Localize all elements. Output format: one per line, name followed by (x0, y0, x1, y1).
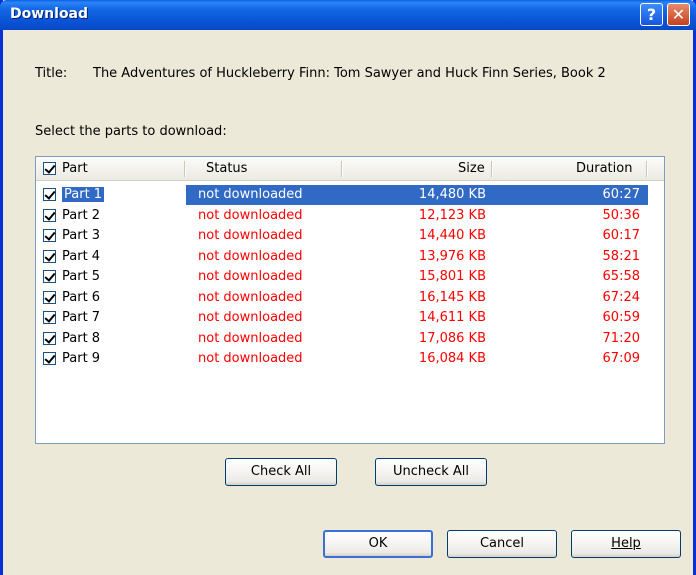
table-row[interactable]: Part 1 not downloaded 14,480 KB 60:27 (36, 185, 664, 205)
row-checkbox[interactable] (43, 352, 56, 365)
row-status: not downloaded (198, 330, 303, 346)
header-select-all-checkbox[interactable] (43, 162, 56, 175)
row-status: not downloaded (198, 269, 303, 284)
row-checkbox[interactable] (43, 290, 56, 304)
help-icon[interactable]: ? (640, 3, 663, 26)
list-header: Part Status Size Duration (36, 157, 664, 181)
row-part: Part 8 (62, 330, 101, 346)
row-part: Part 4 (62, 248, 101, 264)
table-row[interactable]: Part 7 not downloaded 14,611 KB 60:59 (36, 308, 664, 328)
row-part: Part 7 (62, 310, 101, 325)
uncheck-all-button[interactable]: Uncheck All (375, 458, 487, 486)
row-size: 14,611 KB (418, 310, 486, 325)
row-size: 14,440 KB (418, 228, 486, 243)
table-row[interactable]: Part 6 not downloaded 16,145 KB 67:24 (36, 288, 664, 308)
column-header-status[interactable]: Status (206, 161, 247, 176)
row-checkbox[interactable] (43, 311, 56, 324)
table-row[interactable]: Part 5 not downloaded 15,801 KB 65:58 (36, 267, 664, 287)
column-divider[interactable] (184, 161, 186, 177)
cancel-button[interactable]: Cancel (447, 530, 557, 558)
column-header-part[interactable]: Part (62, 161, 88, 176)
title-bar[interactable]: Download ? ✕ (0, 0, 696, 30)
row-size: 13,976 KB (418, 248, 486, 264)
row-duration: 60:17 (602, 228, 640, 243)
row-part: Part 5 (62, 269, 101, 284)
column-divider[interactable] (341, 161, 343, 177)
row-size: 12,123 KB (418, 207, 486, 223)
row-duration: 71:20 (602, 330, 640, 346)
row-status: not downloaded (198, 351, 303, 366)
row-part: Part 2 (62, 207, 101, 223)
help-button-label: Help (611, 536, 641, 551)
table-row[interactable]: Part 2 not downloaded 12,123 KB 50:36 (36, 206, 664, 226)
table-row[interactable]: Part 9 not downloaded 16,084 KB 67:09 (36, 349, 664, 369)
row-checkbox[interactable] (43, 188, 56, 201)
row-duration: 65:58 (602, 269, 640, 284)
book-title-label: Title: (35, 66, 68, 81)
row-part: Part 3 (62, 228, 101, 243)
row-status: not downloaded (198, 248, 303, 264)
row-checkbox[interactable] (43, 270, 56, 283)
row-duration: 58:21 (602, 248, 640, 264)
check-all-button[interactable]: Check All (225, 458, 337, 486)
table-row[interactable]: Part 4 not downloaded 13,976 KB 58:21 (36, 247, 664, 267)
row-part: Part 9 (62, 351, 101, 366)
row-duration: 60:59 (602, 310, 640, 325)
row-part: Part 1 (62, 187, 105, 202)
row-size: 15,801 KB (418, 269, 486, 284)
book-title-row: Title: The Adventures of Huckleberry Finn… (35, 66, 606, 81)
row-status: not downloaded (198, 228, 303, 243)
row-size: 17,086 KB (418, 330, 486, 346)
row-status: not downloaded (198, 207, 303, 223)
column-divider[interactable] (646, 161, 648, 177)
row-checkbox[interactable] (43, 208, 56, 222)
row-duration: 50:36 (602, 207, 640, 223)
column-header-size[interactable]: Size (458, 161, 485, 176)
ok-button[interactable]: OK (323, 530, 433, 558)
row-checkbox[interactable] (43, 229, 56, 242)
row-part: Part 6 (62, 289, 101, 305)
column-divider[interactable] (491, 161, 493, 177)
row-duration: 67:24 (602, 289, 640, 305)
row-status: not downloaded (198, 310, 303, 325)
row-checkbox[interactable] (43, 249, 56, 263)
window-title: Download (10, 6, 89, 22)
close-icon[interactable]: ✕ (667, 3, 690, 26)
column-header-duration[interactable]: Duration (576, 161, 632, 176)
row-duration: 67:09 (602, 351, 640, 366)
table-row[interactable]: Part 8 not downloaded 17,086 KB 71:20 (36, 329, 664, 349)
parts-list[interactable]: Part Status Size Duration Part 1 not down… (35, 156, 665, 444)
row-size: 16,084 KB (418, 351, 486, 366)
row-size: 16,145 KB (418, 289, 486, 305)
help-button[interactable]: Help (571, 530, 681, 558)
row-status: not downloaded (198, 289, 303, 305)
row-status: not downloaded (198, 187, 303, 202)
select-parts-label: Select the parts to download: (35, 124, 227, 139)
book-title-value: The Adventures of Huckleberry Finn: Tom … (93, 66, 606, 81)
row-checkbox[interactable] (43, 331, 56, 345)
row-size: 14,480 KB (418, 187, 486, 202)
download-dialog: Download ? ✕ Title: The Adventures of Huc… (0, 0, 696, 575)
table-row[interactable]: Part 3 not downloaded 14,440 KB 60:17 (36, 226, 664, 246)
row-duration: 60:27 (602, 187, 640, 202)
